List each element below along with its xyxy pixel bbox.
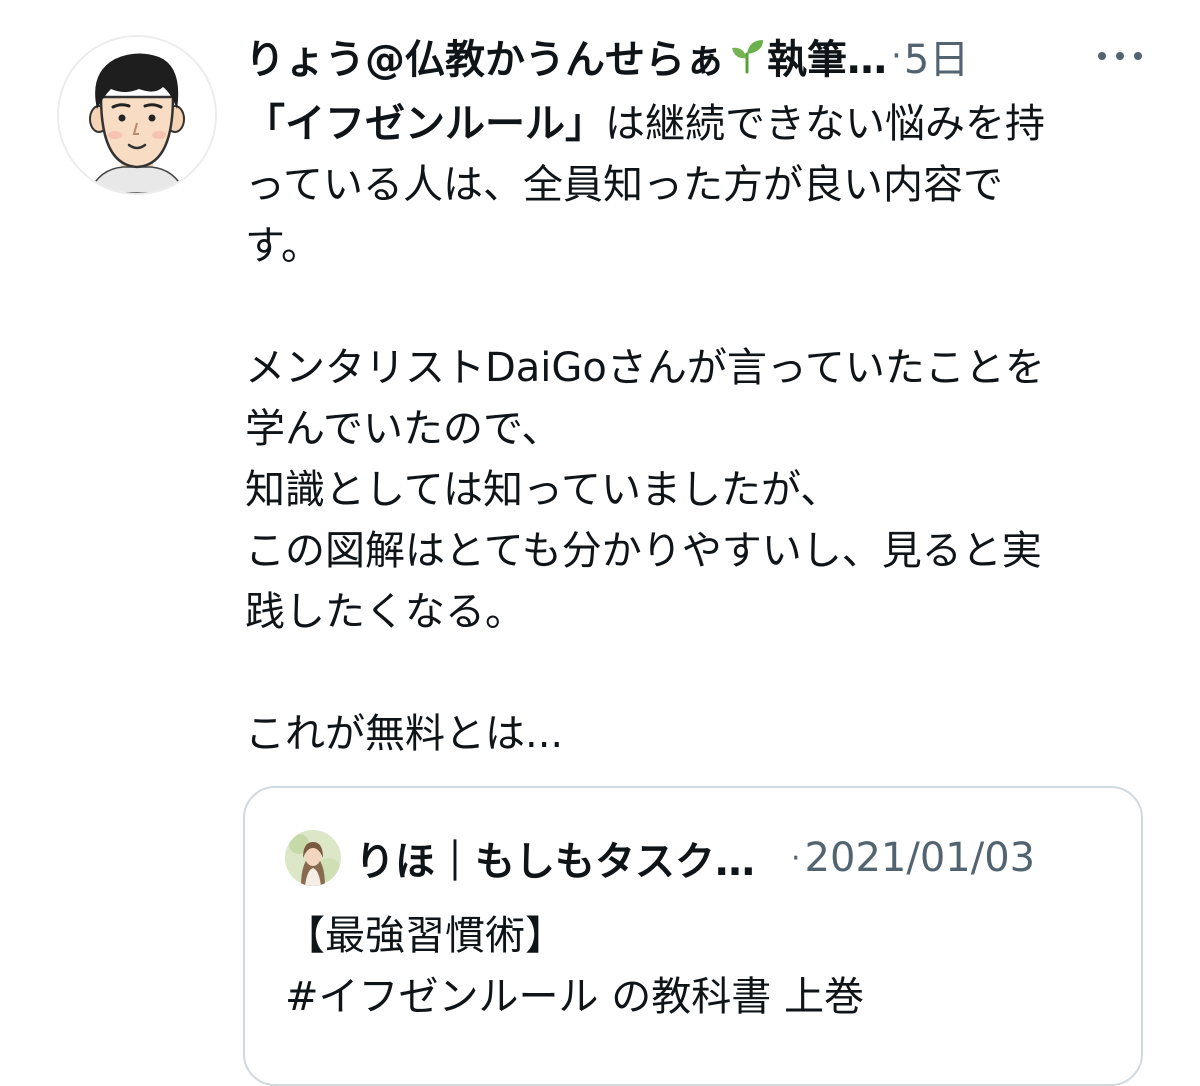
quoted-tweet-card[interactable]: りほ｜もしもタスク… · 2021/01/03 【最強習慣術】 #イフゼンルール… <box>243 786 1143 1086</box>
sprout-icon <box>732 40 763 74</box>
hashtag-title: 「イフゼンルール」 <box>245 101 605 147</box>
tweet-text-line: 践したくなる。 <box>245 589 525 635</box>
tweet-text-line: 知識としては知っていましたが、 <box>245 467 841 513</box>
more-dot <box>1134 52 1142 60</box>
header-separator: · <box>891 36 902 76</box>
tweet-text-line: これが無料とは... <box>245 711 564 757</box>
tweet-text-line: 「イフゼンルール」は継続できない悩みを持 <box>245 94 1150 155</box>
quoted-author-name[interactable]: りほ｜もしもタスク… <box>355 829 755 887</box>
quoted-tweet-text: 【最強習慣術】 #イフゼンルール の教科書 上巻 <box>285 906 1105 1028</box>
more-dot <box>1116 52 1124 60</box>
quoted-tweet-date[interactable]: 2021/01/03 <box>805 835 1036 881</box>
quoted-author-avatar[interactable] <box>285 830 341 886</box>
quoted-text-line: #イフゼンルール の教科書 上巻 <box>285 974 864 1020</box>
tweet-text-span: は継続できない悩みを持 <box>605 101 1045 147</box>
author-name-tail[interactable]: 執筆… <box>767 27 887 85</box>
tweet-text-line: す。 <box>245 223 321 269</box>
tweet-text-line: この図解はとても分かりやすいし、見ると実 <box>245 528 1042 574</box>
author-name[interactable]: りょう@仏教かうんせらぁ <box>245 27 725 85</box>
more-horizontal-icon[interactable] <box>1098 42 1142 70</box>
author-avatar[interactable] <box>57 35 217 195</box>
tweet-text-line: メンタリストDaiGoさんが言っていたことを <box>245 345 1045 391</box>
tweet-text-line: っている人は、全員知った方が良い内容で <box>245 162 1003 208</box>
quoted-text-line: 【最強習慣術】 <box>285 913 565 959</box>
tweet-header: りょう@仏教かうんせらぁ 執筆… · 5日 <box>245 28 1145 84</box>
quoted-tweet-header: りほ｜もしもタスク… · 2021/01/03 <box>285 828 1105 888</box>
tweet-time[interactable]: 5日 <box>904 27 969 85</box>
tweet-text: 「イフゼンルール」は継続できない悩みを持 っている人は、全員知った方が良い内容で… <box>245 94 1150 765</box>
more-dot <box>1098 52 1106 60</box>
quoted-header-separator: · <box>791 840 801 876</box>
tweet-text-line: 学んでいたので、 <box>245 406 562 452</box>
quoted-avatar-photo-icon <box>285 830 341 886</box>
avatar-illustration-icon <box>59 37 215 193</box>
